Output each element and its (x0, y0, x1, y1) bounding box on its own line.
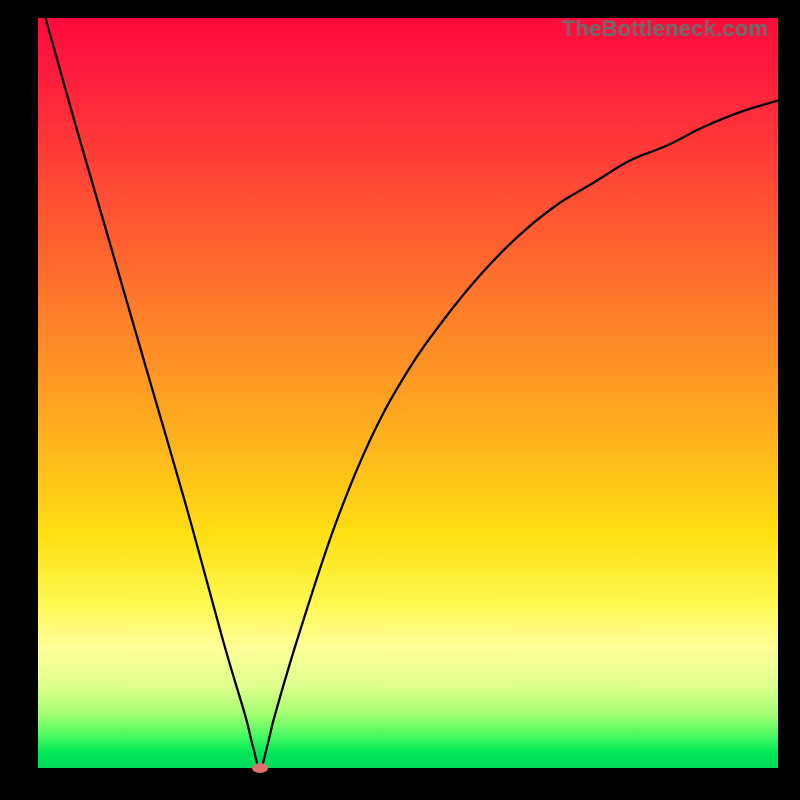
chart-frame: TheBottleneck.com (0, 0, 800, 800)
line-chart (38, 18, 778, 768)
plot-area: TheBottleneck.com (38, 18, 778, 768)
bottleneck-curve-path (45, 18, 778, 768)
optimum-marker (252, 763, 268, 773)
